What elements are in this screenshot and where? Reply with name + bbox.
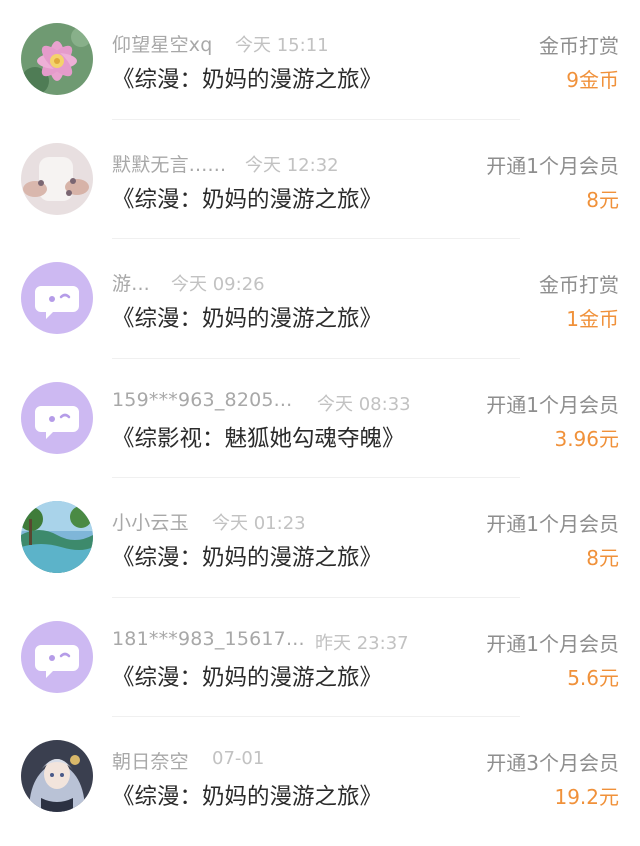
book-title: 《综漫：奶妈的漫游之旅》	[112, 664, 383, 691]
transaction-type: 开通1个月会员	[486, 392, 619, 417]
user-name: 159***963_8205...	[112, 388, 293, 411]
timestamp: 今天 12:32	[245, 154, 339, 176]
transaction-amount: 8元	[586, 187, 619, 212]
user-name: 默默无言......	[112, 153, 227, 176]
default-purple-avatar[interactable]	[21, 381, 93, 454]
transaction-type: 开通3个月会员	[486, 751, 619, 775]
timestamp: 今天 01:23	[212, 513, 306, 534]
user-name: 小小云玉	[112, 512, 189, 534]
default-purple-avatar[interactable]	[21, 620, 93, 693]
list-item[interactable]: 181***983_15617... 昨天 23:37 《综漫：奶妈的漫游之旅》…	[0, 598, 640, 717]
list-item[interactable]: 朝日奈空 07-01 《综漫：奶妈的漫游之旅》 开通3个月会员 19.2元	[0, 717, 640, 837]
timestamp: 今天 09:26	[171, 274, 265, 295]
list-item[interactable]: 159***963_8205... 今天 08:33 《综影视：魅狐她勾魂夺魄》…	[0, 359, 640, 478]
timestamp: 07-01	[212, 748, 265, 769]
timestamp: 昨天 23:37	[315, 632, 409, 654]
transaction-amount: 1金币	[566, 307, 619, 331]
book-title: 《综影视：魅狐她勾魂夺魄》	[112, 425, 405, 452]
book-title: 《综漫：奶妈的漫游之旅》	[112, 784, 383, 810]
transaction-amount: 19.2元	[554, 785, 619, 809]
transaction-amount: 5.6元	[567, 665, 619, 690]
list-item[interactable]: 小小云玉 今天 01:23 《综漫：奶妈的漫游之旅》 开通1个月会员 8元	[0, 478, 640, 598]
transaction-type: 金币打赏	[539, 273, 619, 297]
list-item[interactable]: 仰望星空xq 今天 15:11 《综漫：奶妈的漫游之旅》 金币打赏 9金币	[0, 0, 640, 120]
transaction-amount: 3.96元	[554, 426, 619, 451]
timestamp: 今天 15:11	[235, 35, 329, 56]
list-item[interactable]: 游... 今天 09:26 《综漫：奶妈的漫游之旅》 金币打赏 1金币	[0, 239, 640, 359]
book-title: 《综漫：奶妈的漫游之旅》	[112, 186, 383, 213]
book-title: 《综漫：奶妈的漫游之旅》	[112, 67, 383, 93]
lotus-flower-avatar[interactable]	[21, 23, 93, 95]
transaction-list: 仰望星空xq 今天 15:11 《综漫：奶妈的漫游之旅》 金币打赏 9金币 默默…	[0, 0, 640, 846]
transaction-type: 开通1个月会员	[486, 512, 619, 536]
transaction-amount: 8元	[586, 546, 619, 570]
user-name: 仰望星空xq	[112, 34, 213, 56]
transaction-type: 金币打赏	[539, 34, 619, 58]
user-name: 朝日奈空	[112, 751, 189, 773]
transaction-type: 开通1个月会员	[486, 631, 619, 656]
list-item[interactable]: 默默无言...... 今天 12:32 《综漫：奶妈的漫游之旅》 开通1个月会员…	[0, 120, 640, 239]
timestamp: 今天 08:33	[317, 393, 411, 415]
transaction-type: 开通1个月会员	[486, 153, 619, 178]
user-name: 游...	[112, 273, 150, 295]
transaction-amount: 9金币	[566, 68, 619, 92]
user-name: 181***983_15617...	[112, 627, 305, 650]
anime-girl-avatar[interactable]	[21, 740, 93, 812]
photo-hands-avatar[interactable]	[21, 142, 93, 215]
landscape-avatar[interactable]	[21, 501, 93, 573]
book-title: 《综漫：奶妈的漫游之旅》	[112, 306, 383, 332]
default-purple-avatar[interactable]	[21, 262, 93, 334]
book-title: 《综漫：奶妈的漫游之旅》	[112, 545, 383, 571]
